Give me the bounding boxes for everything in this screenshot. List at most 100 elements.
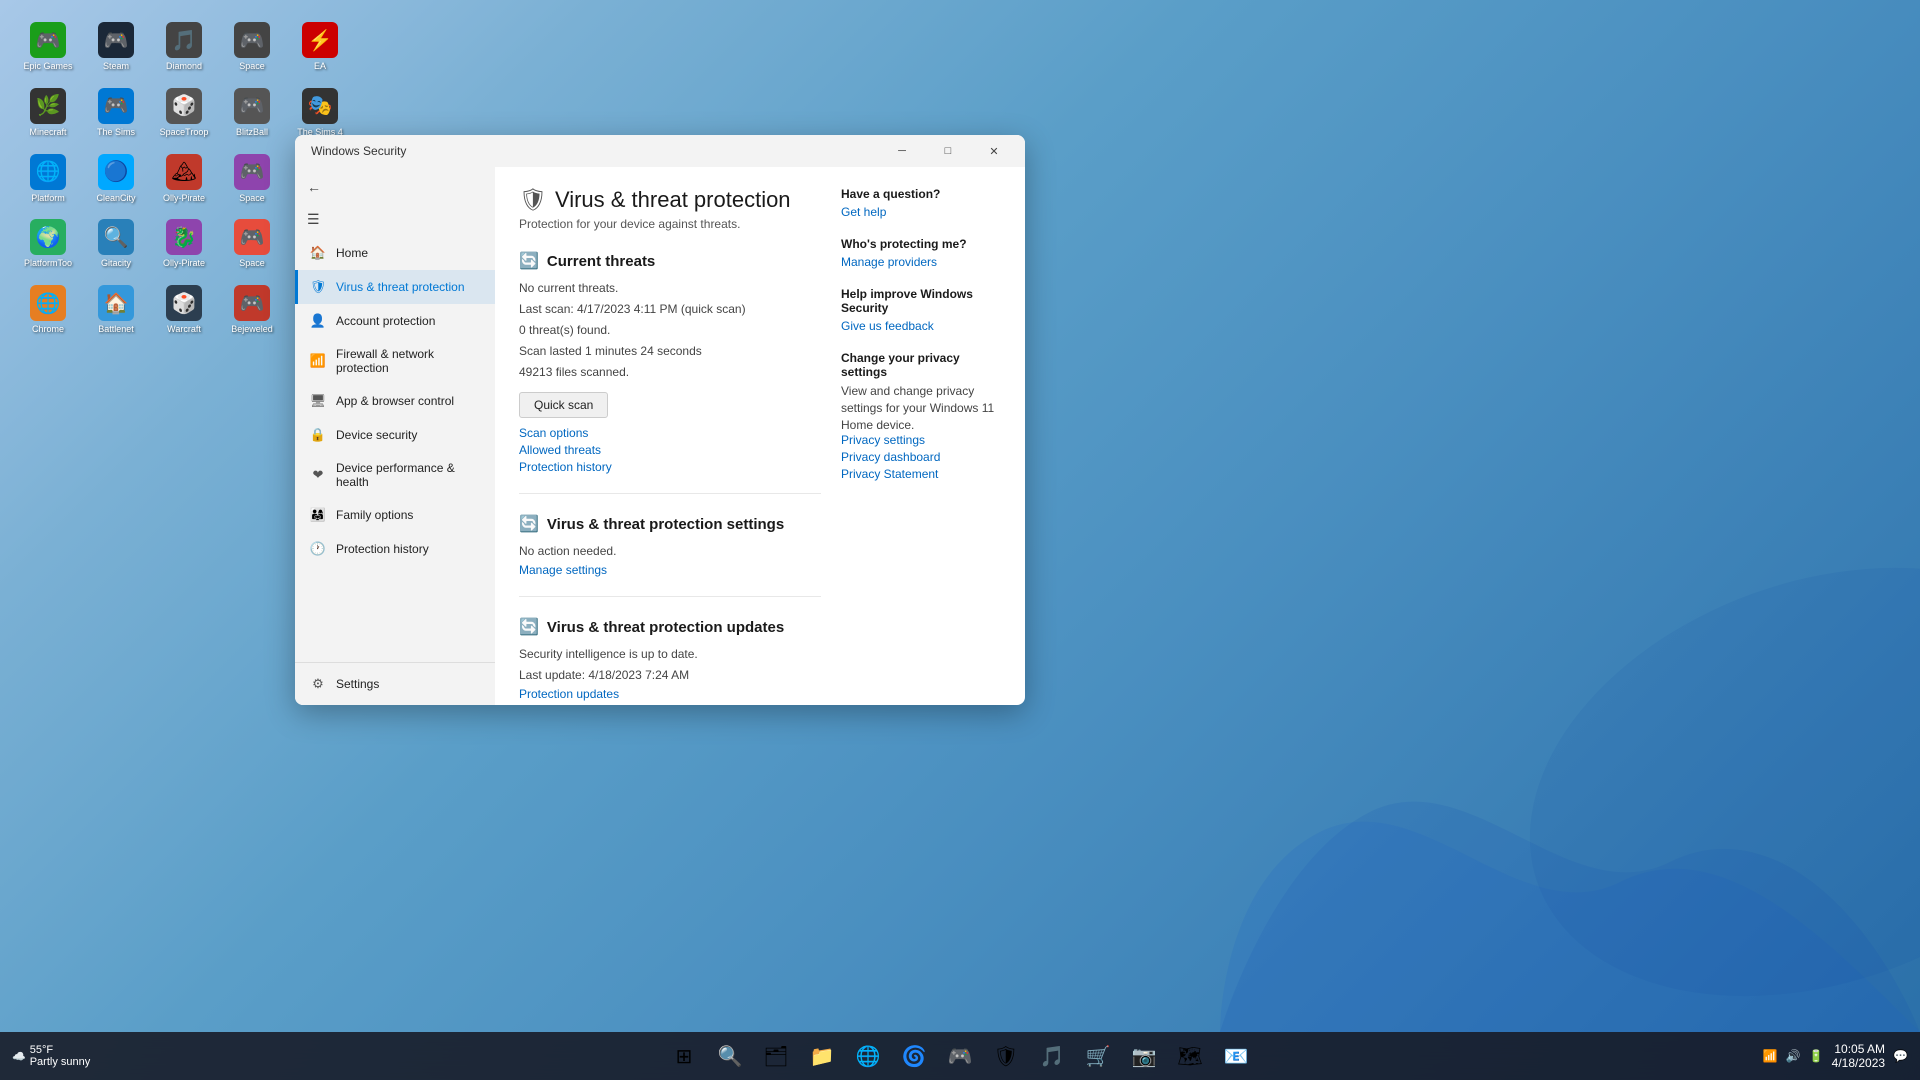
last-update-text: Last update: 4/18/2023 7:24 AM <box>519 666 821 684</box>
give-feedback-link[interactable]: Give us feedback <box>841 319 1001 333</box>
get-help-link[interactable]: Get help <box>841 205 1001 219</box>
sidebar-item-home[interactable]: 🏠 Home <box>295 236 495 270</box>
allowed-threats-link[interactable]: Allowed threats <box>519 443 821 457</box>
desktop-icon[interactable]: 🎮 Epic Games <box>18 18 78 76</box>
taskbar-icon-store[interactable]: 🛒 <box>1076 1034 1120 1078</box>
close-button[interactable]: ✕ <box>971 135 1017 167</box>
sidebar-item-label: Device security <box>336 428 417 442</box>
maximize-button[interactable]: □ <box>925 135 971 167</box>
desktop-icon[interactable]: 🏔 Olly-Pirate <box>154 150 214 208</box>
taskbar: ☁️ 55°F Partly sunny ⊞ 🔍 🗂 📁 🌐 🌀 🎮 🛡 🎵 🛒… <box>0 1032 1920 1080</box>
threats-found-text: 0 threat(s) found. <box>519 321 821 339</box>
weather-temp: 55°F <box>30 1044 91 1056</box>
manage-settings-link[interactable]: Manage settings <box>519 563 821 577</box>
desktop-icon[interactable]: 🌍 PlatformToo <box>18 215 78 273</box>
sidebar-back-button[interactable]: ← <box>295 171 495 203</box>
device-health-icon: ❤ <box>310 467 326 483</box>
taskbar-icon-maps[interactable]: 🗺 <box>1168 1034 1212 1078</box>
battery-icon[interactable]: 🔋 <box>1809 1049 1824 1063</box>
windows-security-window: Windows Security ─ □ ✕ ← ☰ 🏠 Home 🛡 Viru… <box>295 135 1025 705</box>
datetime[interactable]: 10:05 AM 4/18/2023 <box>1832 1042 1885 1070</box>
start-button[interactable]: ⊞ <box>662 1034 706 1078</box>
wave-decoration <box>1220 532 1920 1032</box>
desktop-icon[interactable]: 🎮 Bejeweled <box>222 281 282 339</box>
protection-settings-icon: 🔄 <box>519 514 539 534</box>
shield-icon: 🛡 <box>310 279 326 295</box>
content-left: 🛡 Virus & threat protection Protection f… <box>519 187 821 685</box>
sidebar-item-device-security[interactable]: 🔒 Device security <box>295 418 495 452</box>
taskbar-icon-security[interactable]: 🛡 <box>984 1034 1028 1078</box>
taskview-button[interactable]: 🗂 <box>754 1034 798 1078</box>
right-privacy-title: Change your privacy settings <box>841 351 1001 379</box>
protection-updates-section: 🔄 Virus & threat protection updates Secu… <box>519 617 821 705</box>
sidebar-item-label: Family options <box>336 508 413 522</box>
sidebar-item-device-health[interactable]: ❤ Device performance & health <box>295 452 495 498</box>
desktop-icon[interactable]: 🎮 Space <box>222 150 282 208</box>
desktop-icon[interactable]: 🔵 CleanCity <box>86 150 146 208</box>
notification-icon[interactable]: 💬 <box>1893 1049 1908 1063</box>
sidebar-item-account[interactable]: 👤 Account protection <box>295 304 495 338</box>
privacy-statement-link[interactable]: Privacy Statement <box>841 467 1001 481</box>
protection-history-link[interactable]: Protection history <box>519 460 821 474</box>
desktop-icon[interactable]: 🏠 Battlenet <box>86 281 146 339</box>
privacy-dashboard-link[interactable]: Privacy dashboard <box>841 450 1001 464</box>
weather-info: 55°F Partly sunny <box>30 1044 91 1068</box>
desktop-icon[interactable]: 🎮 The Sims <box>86 84 146 142</box>
settings-icon: ⚙ <box>310 676 326 692</box>
protection-settings-section: 🔄 Virus & threat protection settings No … <box>519 514 821 597</box>
sidebar-item-settings[interactable]: ⚙ Settings <box>295 667 495 701</box>
sidebar-item-virus[interactable]: 🛡 Virus & threat protection <box>295 270 495 304</box>
taskbar-icon-explorer[interactable]: 📁 <box>800 1034 844 1078</box>
current-threats-icon: 🔄 <box>519 251 539 271</box>
sidebar-item-app[interactable]: 🖥 App & browser control <box>295 384 495 418</box>
protection-updates-title: Virus & threat protection updates <box>547 619 784 636</box>
desktop-icon[interactable]: 🎲 Warcraft <box>154 281 214 339</box>
desktop-icon[interactable]: 🎵 Diamond <box>154 18 214 76</box>
desktop-icon[interactable]: 🔍 Gitacity <box>86 215 146 273</box>
search-button[interactable]: 🔍 <box>708 1034 752 1078</box>
desktop-icon[interactable]: 🎲 SpaceTroop <box>154 84 214 142</box>
scan-lasted-text: Scan lasted 1 minutes 24 seconds <box>519 342 821 360</box>
protection-updates-link[interactable]: Protection updates <box>519 687 821 701</box>
page-title: Virus & threat protection <box>555 187 791 213</box>
sidebar-item-label: Protection history <box>336 542 429 556</box>
network-icon[interactable]: 📶 <box>1763 1049 1778 1063</box>
sidebar-item-label: App & browser control <box>336 394 454 408</box>
taskbar-icon-photos[interactable]: 📷 <box>1122 1034 1166 1078</box>
sidebar-item-firewall[interactable]: 📶 Firewall & network protection <box>295 338 495 384</box>
sidebar-item-label: Virus & threat protection <box>336 280 465 294</box>
clock: 10:05 AM <box>1834 1042 1885 1056</box>
taskbar-icon-chrome[interactable]: 🌐 <box>846 1034 890 1078</box>
sidebar-item-family[interactable]: 👨‍👩‍👧 Family options <box>295 498 495 532</box>
desktop-icon[interactable]: 🌐 Platform <box>18 150 78 208</box>
taskbar-icon-mail[interactable]: 📧 <box>1214 1034 1258 1078</box>
desktop-icon[interactable]: 🎮 Steam <box>86 18 146 76</box>
desktop-icon[interactable]: 🌐 Chrome <box>18 281 78 339</box>
sidebar-hamburger-button[interactable]: ☰ <box>295 203 495 236</box>
taskbar-icon-app1[interactable]: 🎮 <box>938 1034 982 1078</box>
protection-updates-icon: 🔄 <box>519 617 539 637</box>
taskbar-left: ☁️ 55°F Partly sunny <box>12 1044 90 1068</box>
content-right: Have a question? Get help Who's protecti… <box>841 187 1001 685</box>
desktop-icon[interactable]: 🎮 Space <box>222 215 282 273</box>
minimize-button[interactable]: ─ <box>879 135 925 167</box>
sound-icon[interactable]: 🔊 <box>1786 1049 1801 1063</box>
sidebar-item-history[interactable]: 🕐 Protection history <box>295 532 495 566</box>
manage-providers-link[interactable]: Manage providers <box>841 255 1001 269</box>
desktop-icon[interactable]: 🎮 Space <box>222 18 282 76</box>
weather-desc: Partly sunny <box>30 1056 91 1068</box>
family-icon: 👨‍👩‍👧 <box>310 507 326 523</box>
desktop-icon[interactable]: ⚡ EA <box>290 18 350 76</box>
current-threats-title: Current threats <box>547 253 655 270</box>
desktop-icon[interactable]: 🌿 Minecraft <box>18 84 78 142</box>
taskbar-icon-edge[interactable]: 🌀 <box>892 1034 936 1078</box>
desktop-icon[interactable]: 🎭 The Sims 4 <box>290 84 350 142</box>
desktop-icon[interactable]: 🐉 Olly-Pirate <box>154 215 214 273</box>
desktop-icon[interactable]: 🎮 BlitzBall <box>222 84 282 142</box>
taskbar-icon-app2[interactable]: 🎵 <box>1030 1034 1074 1078</box>
history-icon: 🕐 <box>310 541 326 557</box>
quick-scan-button[interactable]: Quick scan <box>519 392 608 418</box>
privacy-settings-link[interactable]: Privacy settings <box>841 433 1001 447</box>
scan-options-link[interactable]: Scan options <box>519 426 821 440</box>
right-question-section: Have a question? Get help <box>841 187 1001 219</box>
